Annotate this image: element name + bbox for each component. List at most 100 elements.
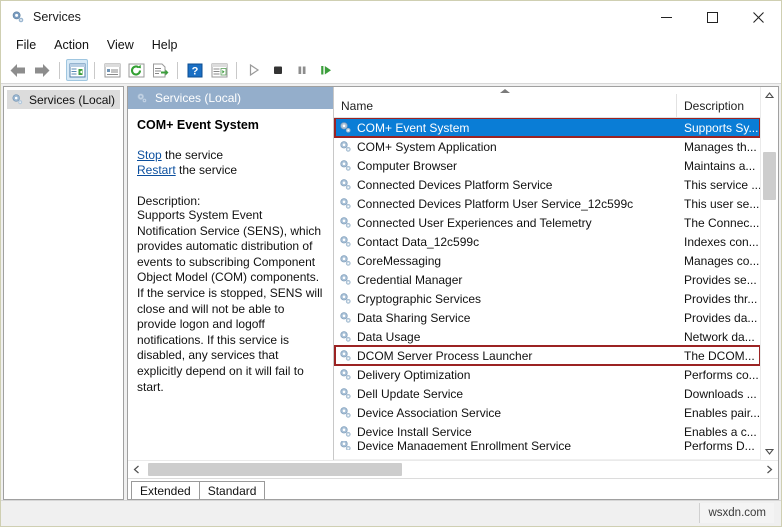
restart-service-line: Restart the service bbox=[137, 163, 325, 178]
service-gear-icon bbox=[338, 367, 353, 382]
table-row[interactable]: Connected User Experiences and Telemetry… bbox=[334, 213, 778, 232]
extended-detail-pane: Services (Local) COM+ Event System Stop … bbox=[128, 87, 334, 460]
table-row[interactable]: Data Sharing ServiceProvides da... bbox=[334, 308, 778, 327]
service-name-label: Delivery Optimization bbox=[357, 368, 470, 382]
stop-service-link[interactable]: Stop bbox=[137, 148, 162, 162]
service-description-cell: The Connec... bbox=[677, 216, 761, 230]
detail-header-label: Services (Local) bbox=[155, 91, 241, 105]
table-row[interactable]: Device Management Enrollment ServicePerf… bbox=[334, 441, 778, 450]
horizontal-scroll-track[interactable] bbox=[145, 461, 761, 478]
service-name-label: DCOM Server Process Launcher bbox=[357, 349, 532, 363]
show-hide-console-tree-icon[interactable] bbox=[66, 59, 88, 81]
service-name-cell: Device Association Service bbox=[334, 405, 677, 420]
help-icon[interactable]: ? bbox=[184, 59, 206, 81]
service-description-cell: Maintains a... bbox=[677, 159, 761, 173]
pause-service-icon[interactable] bbox=[291, 59, 313, 81]
menu-action[interactable]: Action bbox=[45, 35, 98, 55]
menu-help[interactable]: Help bbox=[143, 35, 187, 55]
scroll-left-icon[interactable] bbox=[128, 461, 145, 478]
tab-standard[interactable]: Standard bbox=[199, 481, 266, 499]
table-row[interactable]: Connected Devices Platform User Service_… bbox=[334, 194, 778, 213]
service-name-cell: COM+ System Application bbox=[334, 139, 677, 154]
service-gear-icon bbox=[338, 215, 353, 230]
main-area: Services (Local) bbox=[1, 84, 781, 500]
start-service-icon[interactable] bbox=[243, 59, 265, 81]
table-row[interactable]: CoreMessagingManages co... bbox=[334, 251, 778, 270]
restart-service-link[interactable]: Restart bbox=[137, 163, 176, 177]
tab-extended-label: Extended bbox=[140, 484, 191, 498]
column-header-description[interactable]: Description bbox=[677, 94, 761, 117]
service-gear-icon bbox=[338, 253, 353, 268]
forward-icon[interactable] bbox=[31, 59, 53, 81]
back-icon[interactable] bbox=[7, 59, 29, 81]
refresh-icon[interactable] bbox=[125, 59, 147, 81]
toolbar-separator bbox=[177, 62, 178, 79]
service-description-cell: Provides thr... bbox=[677, 292, 761, 306]
table-row[interactable]: Device Install ServiceEnables a c... bbox=[334, 422, 778, 441]
service-gear-icon bbox=[338, 196, 353, 211]
tree-node-services-local[interactable]: Services (Local) bbox=[7, 90, 120, 109]
service-name-cell: DCOM Server Process Launcher bbox=[334, 348, 677, 363]
service-name-label: Connected Devices Platform User Service_… bbox=[357, 197, 633, 211]
services-gear-icon bbox=[135, 91, 149, 105]
service-description-cell: Enables a c... bbox=[677, 425, 761, 439]
menu-file[interactable]: File bbox=[7, 35, 45, 55]
services-gear-icon bbox=[10, 9, 26, 25]
table-row[interactable]: Contact Data_12c599cIndexes con... bbox=[334, 232, 778, 251]
window-title: Services bbox=[33, 10, 81, 24]
service-gear-icon bbox=[338, 424, 353, 439]
service-description-cell: Manages th... bbox=[677, 140, 761, 154]
spacer bbox=[137, 178, 325, 194]
service-name-cell: Device Management Enrollment Service bbox=[334, 441, 677, 450]
service-description-cell: Supports Sy... bbox=[677, 121, 761, 135]
table-row[interactable]: DCOM Server Process LauncherThe DCOM... bbox=[334, 346, 778, 365]
table-row[interactable]: Data UsageNetwork da... bbox=[334, 327, 778, 346]
scroll-up-icon[interactable] bbox=[761, 87, 778, 104]
table-row[interactable]: Delivery Optimization Performs co... bbox=[334, 365, 778, 384]
table-row[interactable]: Dell Update ServiceDownloads ... bbox=[334, 384, 778, 403]
service-description-cell: Provides da... bbox=[677, 311, 761, 325]
vertical-scroll-track[interactable] bbox=[761, 104, 778, 443]
tab-standard-label: Standard bbox=[208, 484, 257, 498]
scroll-down-icon[interactable] bbox=[761, 443, 778, 460]
table-row[interactable]: COM+ Event SystemSupports Sy... bbox=[334, 118, 778, 137]
show-hide-action-pane-icon[interactable] bbox=[208, 59, 230, 81]
export-list-icon[interactable] bbox=[149, 59, 171, 81]
service-description-cell: This service ... bbox=[677, 178, 761, 192]
vertical-scrollbar[interactable] bbox=[760, 87, 778, 460]
table-row[interactable]: Computer BrowserMaintains a... bbox=[334, 156, 778, 175]
service-description-cell: Performs co... bbox=[677, 368, 761, 382]
service-gear-icon bbox=[338, 139, 353, 154]
menu-view[interactable]: View bbox=[98, 35, 143, 55]
table-row[interactable]: Cryptographic Services Provides thr... bbox=[334, 289, 778, 308]
stop-service-icon[interactable] bbox=[267, 59, 289, 81]
table-row[interactable]: COM+ System ApplicationManages th... bbox=[334, 137, 778, 156]
column-header-name-label: Name bbox=[341, 99, 373, 113]
vertical-scroll-thumb[interactable] bbox=[763, 152, 776, 200]
minimize-button[interactable] bbox=[643, 1, 689, 33]
panes: Services (Local) COM+ Event System Stop … bbox=[128, 87, 778, 460]
service-name-cell: CoreMessaging bbox=[334, 253, 677, 268]
column-header-name[interactable]: Name bbox=[334, 94, 677, 117]
horizontal-scroll-thumb[interactable] bbox=[148, 463, 402, 476]
properties-icon[interactable] bbox=[101, 59, 123, 81]
service-name-cell: Device Install Service bbox=[334, 424, 677, 439]
table-row[interactable]: Device Association ServiceEnables pair..… bbox=[334, 403, 778, 422]
table-row[interactable]: Credential ManagerProvides se... bbox=[334, 270, 778, 289]
service-name-label: Credential Manager bbox=[357, 273, 462, 287]
restart-service-icon[interactable] bbox=[315, 59, 337, 81]
services-gear-icon bbox=[10, 92, 25, 107]
maximize-button[interactable] bbox=[689, 1, 735, 33]
service-gear-icon bbox=[338, 310, 353, 325]
service-name-cell: Connected User Experiences and Telemetry bbox=[334, 215, 677, 230]
service-description-cell: Downloads ... bbox=[677, 387, 761, 401]
service-gear-icon bbox=[338, 348, 353, 363]
service-description-cell: Network da... bbox=[677, 330, 761, 344]
close-button[interactable] bbox=[735, 1, 781, 33]
table-row[interactable]: Connected Devices Platform ServiceThis s… bbox=[334, 175, 778, 194]
horizontal-scrollbar[interactable] bbox=[128, 460, 778, 478]
service-name-label: Device Association Service bbox=[357, 406, 501, 420]
scroll-right-icon[interactable] bbox=[761, 461, 778, 478]
tab-extended[interactable]: Extended bbox=[131, 481, 200, 499]
service-name-label: Cryptographic Services bbox=[357, 292, 481, 306]
